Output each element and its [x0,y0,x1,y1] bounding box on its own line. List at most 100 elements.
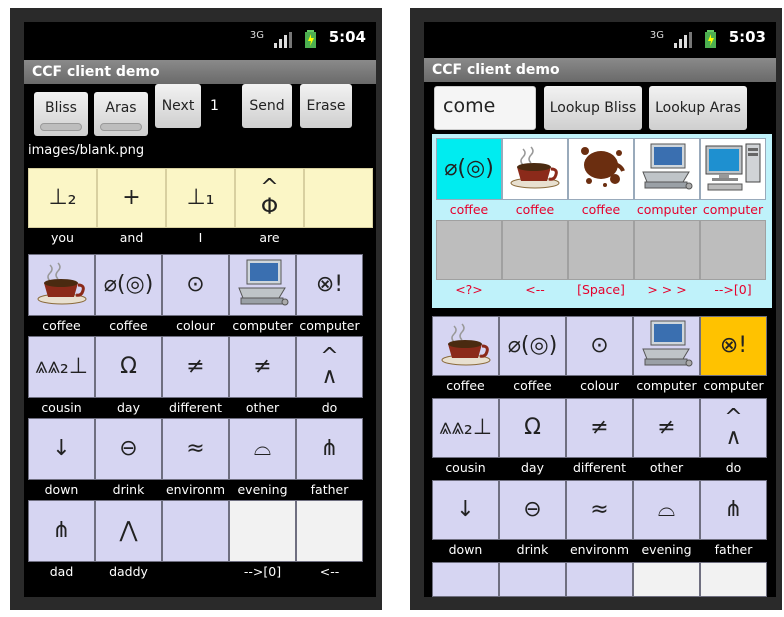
grid-cell[interactable]: coffee [432,316,499,398]
grid-cell[interactable]: <?> [436,220,502,302]
grid-cell[interactable]: ⌀(◎) coffee [436,138,502,220]
grid-cell-partial[interactable] [633,562,700,597]
symbol-tile: ⊥₁ [166,168,235,228]
grid-cell[interactable]: ⋔ father [700,480,767,562]
grid-cell[interactable]: computer [634,138,700,220]
left-phone-frame: 3G 5:04 CCF client demo Bliss Aras Next … [10,8,382,610]
bliss-symbol-icon: ⩓⩓₂⊥ [35,354,88,380]
erase-button[interactable]: Erase [300,84,352,128]
grid-cell[interactable]: ⊙ colour [162,254,229,336]
grid-cell-partial[interactable] [566,562,633,597]
symbol-tile: ⋀ [95,500,162,562]
grid-cell[interactable]: ⊗! computer [296,254,363,336]
grid-cell[interactable]: coffee [568,138,634,220]
symbol-tile: ^ ∧ [700,398,767,458]
search-input[interactable]: come [434,86,536,130]
grid-cell[interactable]: Ωday [95,336,162,418]
next-button[interactable]: Next [155,84,201,128]
symbol-label: day [117,400,140,415]
symbol-label: dad [49,564,74,579]
symbol-tile: ⊗! [700,316,767,376]
grid-cell[interactable]: ^ ∧ do [296,336,363,418]
symbol-tile: ⌀(◎) [499,316,566,376]
grid-cell[interactable]: -->[0] [700,220,766,302]
grid-cell[interactable]: ^ Φ are [235,168,304,250]
grid-cell[interactable]: ^ ∧ do [700,398,767,480]
symbol-label: <?> [455,282,483,297]
symbol-tile: ≠ [566,398,633,458]
grid-cell[interactable]: ⩓⩓₂⊥ cousin [28,336,95,418]
send-button[interactable]: Send [242,84,292,128]
grid-cell[interactable]: ⋔ father [296,418,363,500]
grid-cell[interactable]: + and [97,168,166,250]
laptop-icon [639,142,695,196]
grid-cell[interactable]: ⋔ dad [28,500,95,582]
grid-cell[interactable]: ↓ down [28,418,95,500]
grid-cell[interactable]: computer [229,254,296,336]
grid-cell[interactable]: ⊥₂ you [28,168,97,250]
right-phone-frame: 3G 5:03 CCF client demo come Lookup Blis… [410,8,782,610]
grid-cell[interactable]: ≠ different [566,398,633,480]
grid-cell[interactable]: coffee [502,138,568,220]
bliss-toggle-button[interactable]: Bliss [34,92,88,136]
bliss-symbol-icon: ⌀(◎) [103,272,154,298]
symbol-tile: ⩓⩓₂⊥ [28,336,95,398]
aras-toggle-button[interactable]: Aras [94,92,148,136]
bliss-symbol-icon: ≈ [186,436,205,462]
grid-cell[interactable] [162,500,229,582]
bliss-symbol-icon: ≠ [657,415,676,441]
bliss-symbol-icon: ⊖ [523,497,542,523]
grid-cell[interactable]: ⊥₁ I [166,168,235,250]
grid-cell[interactable]: ⌀(◎) coffee [95,254,162,336]
grid-cell[interactable]: ≈ environm [566,480,633,562]
bliss-symbol-icon: ≠ [186,354,205,380]
symbol-tile [502,138,568,200]
grid-cell-partial[interactable] [432,562,499,597]
desktop-icon [704,142,762,196]
symbol-tile [568,220,634,280]
coffee-cup-icon [509,145,561,193]
bliss-symbol-icon: ⩓⩓₂⊥ [439,415,492,441]
coffee-cup-icon [440,322,492,370]
symbol-label: computer [636,378,697,393]
grid-cell[interactable]: > > > [634,220,700,302]
grid-cell[interactable]: [Space] [568,220,634,302]
grid-cell[interactable] [304,168,373,250]
grid-cell[interactable]: <-- [502,220,568,302]
toggle-indicator [100,123,142,131]
symbol-label: down [44,482,79,497]
symbol-label: coffee [446,378,485,393]
grid-cell[interactable]: computer [700,138,766,220]
grid-cell[interactable]: ⋀ daddy [95,500,162,582]
grid-cell[interactable]: ⌓ evening [229,418,296,500]
grid-cell[interactable]: ⊖ drink [95,418,162,500]
symbol-tile [633,316,700,376]
grid-cell[interactable]: Ωday [499,398,566,480]
grid-cell[interactable]: coffee [28,254,95,336]
grid-cell[interactable]: ≠ other [229,336,296,418]
grid-cell[interactable]: ≈ environm [162,418,229,500]
toggle-indicator [40,123,82,131]
grid-cell[interactable]: ⊖ drink [499,480,566,562]
grid-cell[interactable]: ≠ other [633,398,700,480]
symbol-label: drink [112,482,145,497]
grid-cell[interactable]: ⩓⩓₂⊥ cousin [432,398,499,480]
grid-cell[interactable]: ⊙ colour [566,316,633,398]
grid-cell[interactable]: <-- [296,500,363,582]
lookup-bliss-button[interactable]: Lookup Bliss [544,86,642,130]
grid-cell[interactable]: ⊗! computer [700,316,767,398]
symbol-label: colour [580,378,619,393]
grid-cell-partial[interactable] [499,562,566,597]
symbol-label: coffee [449,202,489,217]
symbol-label: environm [165,482,226,497]
grid-cell[interactable]: ⌓ evening [633,480,700,562]
symbol-tile [634,220,700,280]
grid-cell[interactable]: ↓ down [432,480,499,562]
grid-cell[interactable]: ⌀(◎) coffee [499,316,566,398]
bliss-symbol-icon: ⊙ [186,272,205,298]
grid-cell-partial[interactable] [700,562,767,597]
grid-cell[interactable]: -->[0] [229,500,296,582]
grid-cell[interactable]: ≠ different [162,336,229,418]
grid-cell[interactable]: computer [633,316,700,398]
lookup-aras-button[interactable]: Lookup Aras [649,86,747,130]
